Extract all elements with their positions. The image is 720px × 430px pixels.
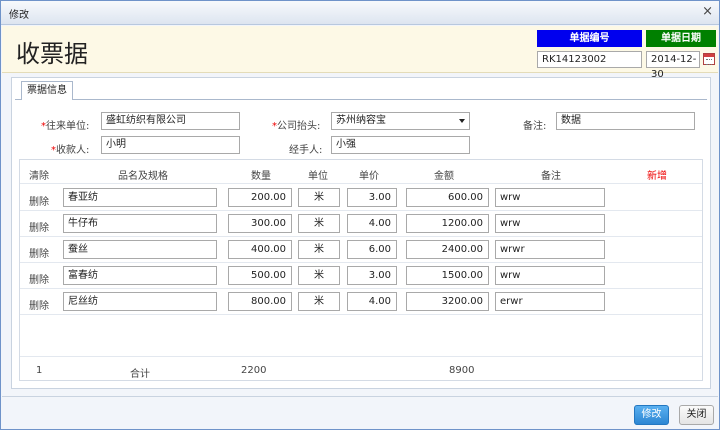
note-cell[interactable]: wrw: [495, 266, 605, 285]
amount-header: 金额: [434, 171, 454, 182]
note-cell[interactable]: wrwr: [495, 240, 605, 259]
summary-label: 合计: [130, 369, 150, 380]
table-row: 删除 蚕丝 400.00 米 6.00 2400.00 wrwr: [20, 237, 702, 263]
company-label: *公司抬头:: [272, 121, 321, 132]
doc-date-label: 单据日期: [646, 30, 716, 47]
note-cell[interactable]: erwr: [495, 292, 605, 311]
item-cell[interactable]: 牛仔布: [63, 214, 217, 233]
amount-cell[interactable]: 1200.00: [406, 214, 489, 233]
delete-row-button[interactable]: 删除: [29, 245, 49, 260]
qty-cell[interactable]: 500.00: [228, 266, 292, 285]
note-header: 备注: [541, 171, 561, 182]
page-title: 收票据: [16, 40, 88, 68]
amount-cell[interactable]: 2400.00: [406, 240, 489, 259]
item-cell[interactable]: 春亚纺: [63, 188, 217, 207]
payee-label: *收款人:: [51, 145, 90, 156]
summary-index: 1: [36, 365, 43, 376]
amount-cell[interactable]: 600.00: [406, 188, 489, 207]
item-cell[interactable]: 尼丝纺: [63, 292, 217, 311]
delete-row-button[interactable]: 删除: [29, 193, 49, 208]
doc-number-field[interactable]: RK14123002: [537, 51, 642, 68]
doc-date-field[interactable]: 2014-12-30: [646, 51, 700, 80]
tab-bill-info[interactable]: 票据信息: [21, 81, 73, 100]
price-cell[interactable]: 4.00: [347, 214, 397, 233]
handler-input[interactable]: 小强: [331, 136, 470, 154]
payee-input[interactable]: 小明: [101, 136, 240, 154]
close-button[interactable]: 关闭: [679, 405, 714, 425]
dialog-footer: 修改 关闭: [2, 396, 718, 429]
add-row-button[interactable]: 新增: [647, 167, 667, 182]
qty-cell[interactable]: 200.00: [228, 188, 292, 207]
delete-row-button[interactable]: 删除: [29, 219, 49, 234]
unit-cell[interactable]: 米: [298, 292, 340, 311]
chevron-down-icon: [459, 119, 465, 123]
delete-row-button[interactable]: 删除: [29, 297, 49, 312]
submit-button[interactable]: 修改: [634, 405, 669, 425]
clear-header[interactable]: 清除: [29, 167, 49, 182]
document-header: 收票据 单据编号 单据日期 RK14123002 2014-12-30: [2, 26, 718, 80]
amount-cell[interactable]: 3200.00: [406, 292, 489, 311]
unit-cell[interactable]: 米: [298, 214, 340, 233]
price-cell[interactable]: 3.00: [347, 266, 397, 285]
qty-header: 数量: [251, 171, 271, 182]
close-icon[interactable]: ×: [702, 4, 713, 19]
remark-input[interactable]: 数据: [556, 112, 695, 130]
tab-divider: [15, 99, 707, 100]
grid-summary-row: 1 合计 2200 8900: [20, 356, 702, 380]
table-row: 删除 富春纺 500.00 米 3.00 1500.00 wrw: [20, 263, 702, 289]
items-grid: 清除 品名及规格 数量 单位 单价 金额 备注 新增 删除 春亚纺 200.00…: [19, 159, 703, 381]
edit-dialog: 修改 × 收票据 单据编号 单据日期 RK14123002 2014-12-30…: [0, 0, 720, 430]
unit-header: 单位: [308, 171, 328, 182]
qty-cell[interactable]: 300.00: [228, 214, 292, 233]
note-cell[interactable]: wrw: [495, 188, 605, 207]
dialog-titlebar[interactable]: 修改 ×: [1, 1, 719, 25]
company-select[interactable]: 苏州纳容宝: [331, 112, 470, 130]
price-cell[interactable]: 6.00: [347, 240, 397, 259]
note-cell[interactable]: wrw: [495, 214, 605, 233]
grid-header: 清除 品名及规格 数量 单位 单价 金额 备注 新增: [20, 160, 702, 184]
table-row: 删除 牛仔布 300.00 米 4.00 1200.00 wrw: [20, 211, 702, 237]
amount-cell[interactable]: 1500.00: [406, 266, 489, 285]
partner-label: *往来单位:: [41, 121, 90, 132]
item-header: 品名及规格: [118, 171, 168, 182]
partner-input[interactable]: 盛虹纺织有限公司: [101, 112, 240, 130]
qty-cell[interactable]: 800.00: [228, 292, 292, 311]
item-cell[interactable]: 富春纺: [63, 266, 217, 285]
handler-label: 经手人:: [289, 145, 323, 156]
calendar-icon[interactable]: [703, 53, 715, 65]
price-cell[interactable]: 3.00: [347, 188, 397, 207]
unit-cell[interactable]: 米: [298, 266, 340, 285]
dialog-title: 修改: [9, 10, 29, 21]
remark-label: 备注:: [523, 121, 547, 132]
table-row: 删除 春亚纺 200.00 米 3.00 600.00 wrw: [20, 185, 702, 211]
doc-number-label: 单据编号: [537, 30, 642, 47]
price-header: 单价: [359, 171, 379, 182]
unit-cell[interactable]: 米: [298, 240, 340, 259]
table-row: 删除 尼丝纺 800.00 米 4.00 3200.00 erwr: [20, 289, 702, 315]
amount-total: 8900: [449, 365, 475, 376]
qty-cell[interactable]: 400.00: [228, 240, 292, 259]
item-cell[interactable]: 蚕丝: [63, 240, 217, 259]
qty-total: 2200: [241, 365, 267, 376]
delete-row-button[interactable]: 删除: [29, 271, 49, 286]
price-cell[interactable]: 4.00: [347, 292, 397, 311]
unit-cell[interactable]: 米: [298, 188, 340, 207]
